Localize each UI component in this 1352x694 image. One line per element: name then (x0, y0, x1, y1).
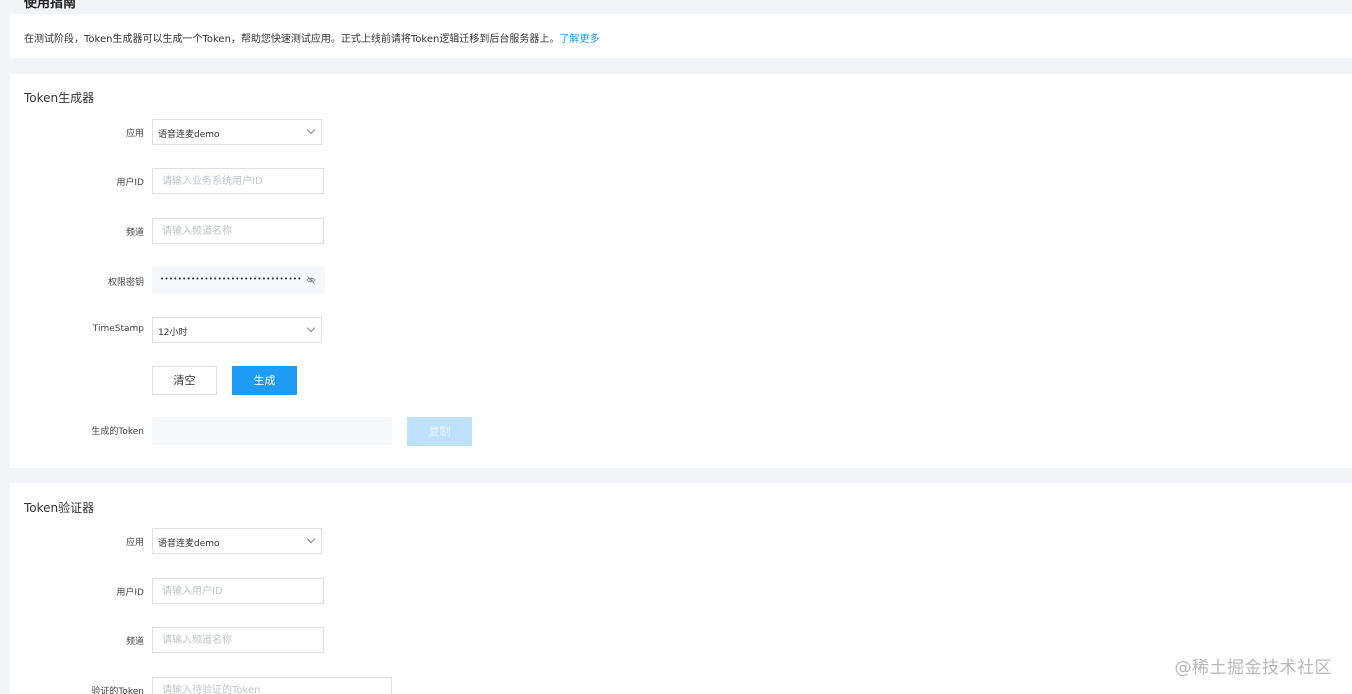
generator-app-label: 应用 (125, 129, 144, 139)
secret-key-value: •••••••••••••••••••••••••••••••• (160, 275, 302, 283)
generator-app-row: 应用 语音连麦demo (10, 119, 1352, 147)
clear-button[interactable]: 清空 (152, 366, 217, 395)
verifier-app-select[interactable]: 语音连麦demo (152, 528, 322, 554)
verifier-channel-row: 频道 (10, 627, 1352, 655)
page-title: 使用指南 (24, 0, 77, 11)
timestamp-select[interactable]: 12小时 (152, 317, 322, 343)
token-generator-card: Token生成器 应用 语音连麦demo 用户ID 频道 权限密钥 ••••••… (10, 74, 1352, 468)
chevron-down-icon (306, 534, 316, 544)
chevron-down-icon (306, 323, 316, 333)
verifier-title: Token验证器 (24, 501, 95, 515)
site-watermark: @稀土掘金技术社区 (1174, 658, 1332, 678)
generator-app-select[interactable]: 语音连麦demo (152, 119, 322, 145)
timestamp-value: 12小时 (158, 328, 188, 338)
secret-key-field[interactable]: •••••••••••••••••••••••••••••••• (152, 266, 325, 294)
clipped-header: 使用指南 (10, 0, 1352, 14)
token-verifier-card: Token验证器 应用 语音连麦demo 用户ID 频道 验证的Token (10, 483, 1352, 694)
generator-title: Token生成器 (24, 91, 95, 105)
verifier-channel-input[interactable] (152, 627, 324, 653)
verifier-userid-row: 用户ID (10, 578, 1352, 606)
generator-channel-row: 频道 (10, 218, 1352, 246)
generated-token-field[interactable] (152, 417, 392, 445)
generator-userid-input[interactable] (152, 168, 324, 194)
generator-secret-row: 权限密钥 •••••••••••••••••••••••••••••••• (10, 266, 1352, 294)
generator-channel-input[interactable] (152, 218, 324, 244)
generator-userid-row: 用户ID (10, 168, 1352, 196)
notice-message: 在测试阶段，Token生成器可以生成一个Token，帮助您快速测试应用。正式上线… (24, 34, 560, 45)
verifier-userid-input[interactable] (152, 578, 324, 604)
token-tool-page: 使用指南 在测试阶段，Token生成器可以生成一个Token，帮助您快速测试应用… (0, 0, 1352, 694)
verifier-token-label: 验证的Token (91, 687, 144, 694)
eye-hidden-icon[interactable] (306, 276, 316, 284)
verifier-channel-label: 频道 (125, 637, 144, 647)
verifier-app-row: 应用 语音连麦demo (10, 528, 1352, 556)
learn-more-link[interactable]: 了解更多 (559, 34, 599, 45)
generator-userid-label: 用户ID (116, 178, 144, 188)
generator-channel-label: 频道 (125, 228, 144, 238)
generator-app-value: 语音连麦demo (158, 130, 220, 140)
generator-timestamp-row: TimeStamp 12小时 (10, 317, 1352, 345)
generate-button[interactable]: 生成 (232, 366, 297, 395)
chevron-down-icon (306, 125, 316, 135)
generator-secret-label: 权限密钥 (107, 278, 144, 288)
notice-text: 在测试阶段，Token生成器可以生成一个Token，帮助您快速测试应用。正式上线… (24, 30, 599, 45)
verifier-userid-label: 用户ID (116, 588, 144, 598)
verifier-token-input[interactable] (152, 677, 392, 694)
verifier-app-value: 语音连麦demo (158, 539, 220, 549)
generated-token-row: 生成的Token 复制 (10, 417, 1352, 446)
generated-token-label: 生成的Token (91, 427, 144, 437)
copy-button[interactable]: 复制 (407, 417, 472, 446)
generator-timestamp-label: TimeStamp (92, 324, 144, 334)
verifier-token-row: 验证的Token (10, 677, 1352, 694)
notice-card: 在测试阶段，Token生成器可以生成一个Token，帮助您快速测试应用。正式上线… (10, 14, 1352, 58)
verifier-app-label: 应用 (125, 538, 144, 548)
